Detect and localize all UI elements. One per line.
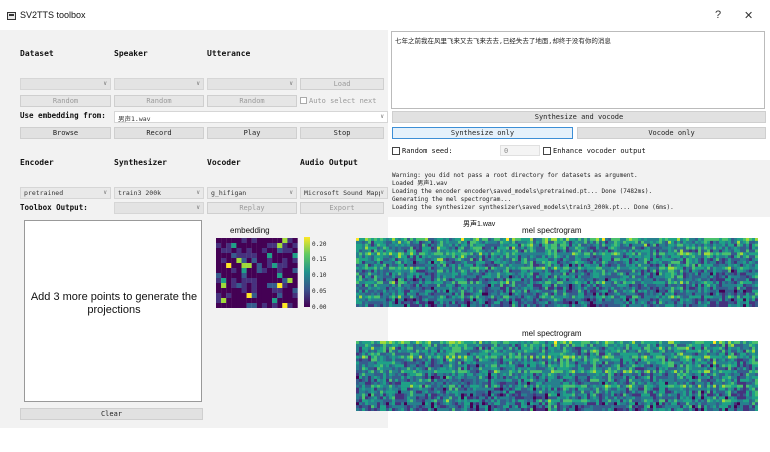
embedding-heatmap [216, 238, 298, 308]
dataset-dropdown[interactable]: ∨ [20, 78, 111, 90]
close-button[interactable]: ✕ [744, 9, 753, 22]
log-line: Loading the encoder encoder\saved_models… [392, 188, 653, 195]
utterance-header: Utterance [207, 49, 251, 58]
colorbar-tick: 0.10 [312, 272, 327, 279]
play-button[interactable]: Play [207, 127, 297, 139]
log-line: Loading the synthesizer synthesizer\save… [392, 204, 674, 211]
chevron-down-icon: ∨ [196, 189, 200, 196]
chevron-down-icon: ∨ [103, 189, 107, 196]
spec1-title: mel spectrogram [522, 226, 582, 235]
title-bar: SV2TTS toolbox ? ✕ [0, 0, 770, 30]
chevron-down-icon: ∨ [196, 204, 200, 211]
synthesizer-dropdown[interactable]: train3 200k ∨ [114, 187, 204, 199]
mel-spectrogram-2 [356, 341, 758, 411]
speaker-header: Speaker [114, 49, 148, 58]
record-button[interactable]: Record [114, 127, 204, 139]
chevron-down-icon: ∨ [380, 113, 384, 120]
chevron-down-icon: ∨ [103, 80, 107, 87]
log-line: Loaded 男声1.wav [392, 180, 448, 187]
enhance-vocoder-checkbox[interactable] [543, 147, 551, 155]
stop-button[interactable]: Stop [300, 127, 384, 139]
random-dataset-button[interactable]: Random [20, 95, 111, 107]
random-seed-checkbox[interactable] [392, 147, 400, 155]
colorbar-tick: 0.20 [312, 241, 327, 248]
load-button[interactable]: Load [300, 78, 384, 90]
colorbar-tick: 0.00 [312, 304, 327, 311]
vocoder-dropdown[interactable]: g_hifigan ∨ [207, 187, 297, 199]
colorbar-tick: 0.15 [312, 256, 327, 263]
enhance-vocoder-label: Enhance vocoder output [553, 147, 646, 155]
random-seed-label: Random seed: [402, 147, 453, 155]
use-embedding-dropdown[interactable]: 男声1.wav ∨ [114, 111, 388, 123]
synthesize-and-vocode-button[interactable]: Synthesize and vocode [392, 111, 766, 123]
synthesizer-header: Synthesizer [114, 158, 167, 167]
replay-button[interactable]: Replay [207, 202, 297, 214]
chevron-down-icon: ∨ [196, 80, 200, 87]
chevron-down-icon: ∨ [289, 189, 293, 196]
random-utterance-button[interactable]: Random [207, 95, 297, 107]
log-line: Warning: you did not pass a root directo… [392, 172, 638, 179]
colorbar [304, 237, 310, 307]
text-input-content: 七年之前我在风里飞来又去飞来去去,已经失去了地面,却终于没有你的消息 [395, 37, 611, 45]
chevron-down-icon: ∨ [289, 80, 293, 87]
help-button[interactable]: ? [715, 9, 721, 21]
synthesize-only-button[interactable]: Synthesize only [392, 127, 573, 139]
app-icon [7, 12, 16, 20]
clear-button[interactable]: Clear [20, 408, 203, 420]
spec2-title: mel spectrogram [522, 329, 582, 338]
auto-select-checkbox[interactable] [300, 97, 307, 104]
random-speaker-button[interactable]: Random [114, 95, 204, 107]
audio-output-dropdown[interactable]: Microsoft Sound Mapp ∨ [300, 187, 388, 199]
mel-spectrogram-1 [356, 238, 758, 307]
use-embedding-label: Use embedding from: [20, 111, 106, 120]
embedding-title: embedding [230, 226, 270, 235]
projections-message: Add 3 more points to generate the projec… [30, 291, 198, 316]
chevron-down-icon: ∨ [380, 189, 384, 196]
dataset-header: Dataset [20, 49, 54, 58]
auto-select-label: Auto select next [309, 97, 377, 105]
window-title: SV2TTS toolbox [20, 10, 86, 20]
audio-output-header: Audio Output [300, 158, 358, 167]
toolbox-output-dropdown[interactable]: ∨ [114, 202, 204, 214]
text-input-box[interactable]: 七年之前我在风里飞来又去飞来去去,已经失去了地面,却终于没有你的消息 [391, 31, 765, 109]
speaker-dropdown[interactable]: ∨ [114, 78, 204, 90]
spec1-caption: 男声1.wav [463, 221, 496, 228]
log-line: Generating the mel spectrogram... [392, 196, 512, 203]
bottom-strip [0, 428, 770, 452]
toolbox-output-label: Toolbox Output: [20, 203, 88, 212]
projections-panel: Add 3 more points to generate the projec… [24, 220, 202, 402]
export-button[interactable]: Export [300, 202, 384, 214]
encoder-dropdown[interactable]: pretrained ∨ [20, 187, 111, 199]
browse-button[interactable]: Browse [20, 127, 111, 139]
colorbar-tick: 0.05 [312, 288, 327, 295]
utterance-dropdown[interactable]: ∨ [207, 78, 297, 90]
random-seed-input[interactable]: 0 [500, 145, 540, 156]
encoder-header: Encoder [20, 158, 54, 167]
vocoder-header: Vocoder [207, 158, 241, 167]
vocode-only-button[interactable]: Vocode only [577, 127, 766, 139]
